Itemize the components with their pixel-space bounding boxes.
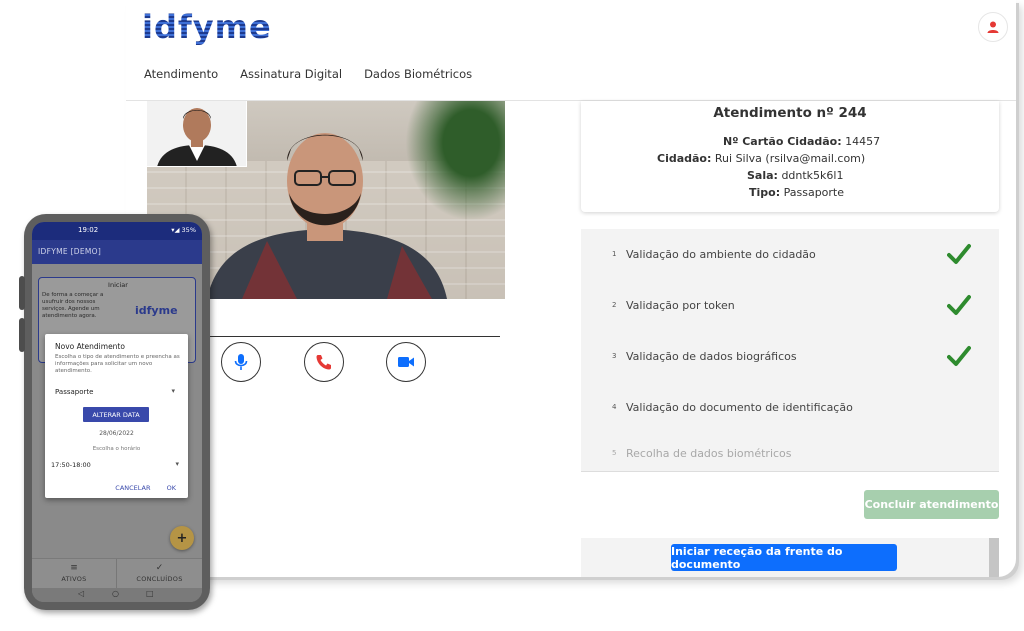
step-label: Validação de dados biográficos bbox=[626, 350, 797, 363]
phone-status-bar: 19:02 ▾◢ 35% bbox=[32, 222, 202, 240]
tab-concluidos[interactable]: ✓ CONCLUÍDOS bbox=[117, 559, 202, 589]
citizen-row: Cidadão: Rui Silva (rsilva@mail.com) bbox=[657, 152, 865, 165]
microphone-icon bbox=[234, 354, 248, 370]
type-label: Tipo: bbox=[749, 186, 781, 199]
citizen-card-label: Nº Cartão Cidadão: bbox=[723, 135, 842, 148]
type-value: Passaporte bbox=[783, 186, 845, 199]
phone-mockup: 19:02 ▾◢ 35% IDFYME [DEMO] Iniciar De fo… bbox=[19, 214, 210, 610]
home-icon[interactable]: ○ bbox=[112, 589, 119, 598]
check-icon bbox=[947, 295, 971, 315]
step-number: 4 bbox=[612, 403, 617, 411]
room-label: Sala: bbox=[747, 169, 778, 182]
step-label: Validação do ambiente do cidadão bbox=[626, 248, 816, 261]
dialog-actions: CANCELAR OK bbox=[101, 484, 176, 492]
selected-date: 28/06/2022 bbox=[99, 430, 134, 437]
step-label: Validação por token bbox=[626, 299, 735, 312]
finish-attendance-button[interactable]: Concluir atendimento bbox=[864, 490, 999, 519]
step-number: 3 bbox=[612, 352, 617, 360]
user-icon bbox=[987, 21, 999, 33]
video-camera-icon bbox=[398, 357, 414, 367]
step-item: 3 Validação de dados biográficos bbox=[581, 343, 999, 373]
step-item: 1 Validação do ambiente do cidadão bbox=[581, 241, 999, 271]
check-icon bbox=[947, 346, 971, 366]
android-nav-bar: ◁ ○ □ bbox=[32, 588, 202, 602]
start-card-description: De forma a começar a usufruir dos nossos… bbox=[42, 292, 104, 319]
step-label: Validação do documento de identificação bbox=[626, 401, 853, 414]
start-card-title: Iniciar bbox=[108, 281, 128, 289]
back-icon[interactable]: ◁ bbox=[78, 589, 84, 598]
browser-window: idfyme Atendimento Assinatura Digital Da… bbox=[126, 0, 1016, 577]
mute-mic-button[interactable] bbox=[221, 342, 261, 382]
attendance-type-select[interactable]: Passaporte bbox=[55, 387, 175, 396]
step-number: 5 bbox=[612, 449, 617, 457]
self-person-image bbox=[157, 108, 237, 166]
dialog-ok-button[interactable]: OK bbox=[167, 484, 176, 492]
phone-time: 19:02 bbox=[78, 226, 99, 234]
hang-up-button[interactable] bbox=[304, 342, 344, 382]
nav-item-assinatura-digital[interactable]: Assinatura Digital bbox=[240, 67, 342, 81]
start-card-logo: idfyme bbox=[135, 304, 178, 317]
tab-label: ATIVOS bbox=[61, 575, 87, 583]
new-attendance-dialog: Novo Atendimento Escolha o tipo de atend… bbox=[45, 334, 188, 498]
phone-battery: ▾◢ 35% bbox=[171, 226, 196, 234]
nav-item-atendimento[interactable]: Atendimento bbox=[144, 67, 218, 81]
step-number: 2 bbox=[612, 301, 617, 309]
citizen-label: Cidadão: bbox=[657, 152, 712, 165]
phone-app-bar: IDFYME [DEMO] bbox=[32, 240, 202, 264]
phone-hangup-icon bbox=[316, 355, 331, 370]
validation-steps: 1 Validação do ambiente do cidadão 2 Val… bbox=[581, 229, 999, 472]
add-fab-button[interactable]: + bbox=[170, 526, 194, 550]
dialog-title: Novo Atendimento bbox=[55, 342, 125, 351]
tab-label: CONCLUÍDOS bbox=[136, 575, 183, 583]
start-document-front-button[interactable]: Iniciar receção da frente do documento bbox=[671, 544, 897, 571]
dialog-cancel-button[interactable]: CANCELAR bbox=[115, 484, 150, 492]
step-item: 4 Validação do documento de identificaçã… bbox=[581, 394, 999, 424]
check-icon: ✓ bbox=[155, 563, 164, 573]
phone-bottom-tabs: ≡ ATIVOS ✓ CONCLUÍDOS bbox=[32, 558, 202, 589]
recents-icon[interactable]: □ bbox=[146, 589, 154, 598]
toggle-video-button[interactable] bbox=[386, 342, 426, 382]
step-number: 1 bbox=[612, 250, 617, 258]
room-value: ddntk5k6l1 bbox=[781, 169, 844, 182]
citizen-card-row: Nº Cartão Cidadão: 14457 bbox=[723, 135, 880, 148]
user-menu-button[interactable] bbox=[978, 12, 1008, 42]
time-slot-select[interactable]: 17:50-18:00 bbox=[51, 460, 179, 469]
time-hint: Escolha o horário bbox=[92, 446, 141, 452]
main-nav: Atendimento Assinatura Digital Dados Bio… bbox=[144, 67, 472, 81]
nav-item-dados-biometricos[interactable]: Dados Biométricos bbox=[364, 67, 472, 81]
phone-app-title: IDFYME [DEMO] bbox=[38, 247, 102, 256]
step-label: Recolha de dados biométricos bbox=[626, 447, 792, 460]
check-icon bbox=[947, 244, 971, 264]
attendance-title: Atendimento nº 244 bbox=[713, 105, 867, 121]
list-icon: ≡ bbox=[70, 563, 78, 573]
attendance-info-card: Atendimento nº 244 Nº Cartão Cidadão: 14… bbox=[581, 101, 999, 212]
self-video-preview bbox=[147, 101, 247, 167]
room-row: Sala: ddntk5k6l1 bbox=[747, 169, 843, 182]
app-logo[interactable]: idfyme bbox=[142, 8, 272, 46]
dialog-description: Escolha o tipo de atendimento e preencha… bbox=[55, 354, 180, 374]
citizen-value: Rui Silva (rsilva@mail.com) bbox=[714, 152, 866, 165]
tab-ativos[interactable]: ≡ ATIVOS bbox=[32, 559, 117, 589]
citizen-card-value: 14457 bbox=[845, 135, 881, 148]
step-item: 2 Validação por token bbox=[581, 292, 999, 322]
video-controls-divider bbox=[202, 336, 500, 337]
type-row: Tipo: Passaporte bbox=[749, 186, 844, 199]
header: idfyme Atendimento Assinatura Digital Da… bbox=[126, 0, 1016, 101]
step-item: 5 Recolha de dados biométricos bbox=[581, 440, 999, 470]
change-date-button[interactable]: ALTERAR DATA bbox=[83, 407, 149, 422]
phone-screen: 19:02 ▾◢ 35% IDFYME [DEMO] Iniciar De fo… bbox=[32, 222, 202, 602]
